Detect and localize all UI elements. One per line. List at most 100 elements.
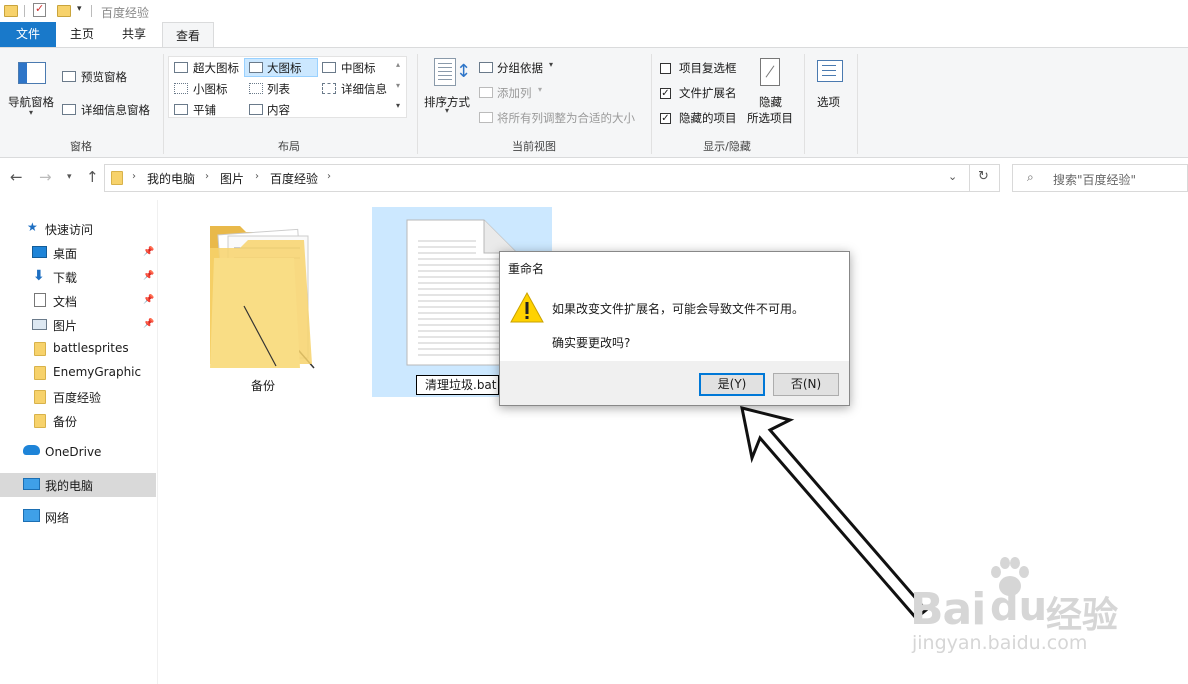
chevron-down-icon: ▾: [549, 60, 554, 69]
dialog-titlebar: 重命名: [500, 252, 849, 282]
computer-icon: [23, 478, 40, 490]
watermark-text-jingyan: 经验: [1046, 595, 1119, 636]
refresh-button[interactable]: ↻: [970, 164, 1000, 192]
folder-icon: [34, 414, 46, 428]
nav-folder-enemygraphic[interactable]: EnemyGraphic: [53, 365, 141, 379]
options-button[interactable]: 选项: [817, 94, 840, 110]
folder-icon: [4, 5, 18, 17]
back-arrow-icon[interactable]: ←: [10, 168, 23, 186]
layout-details[interactable]: 详细信息: [341, 81, 387, 97]
folder-item-label: 备份: [250, 379, 275, 393]
layout-small-icons[interactable]: 小图标: [193, 81, 228, 97]
properties-icon[interactable]: ✓: [33, 2, 46, 17]
search-box[interactable]: ⌕ 搜索"百度经验": [1012, 164, 1188, 192]
breadcrumb-separator: ›: [327, 171, 331, 182]
breadcrumb-item-this-pc[interactable]: 我的电脑: [147, 170, 195, 187]
address-dropdown-icon[interactable]: ⌄: [948, 170, 957, 183]
layout-large-icons[interactable]: 大图标: [267, 60, 302, 76]
nav-folder-backup[interactable]: 备份: [53, 413, 77, 430]
item-checkboxes-label: 项目复选框: [679, 61, 737, 75]
layout-medium-icons[interactable]: 中图标: [341, 60, 376, 76]
dialog-message: 如果改变文件扩展名，可能会导致文件不可用。: [552, 302, 805, 316]
hidden-items-checkbox[interactable]: ✓: [660, 113, 671, 124]
file-name-extensions-label: 文件扩展名: [679, 86, 737, 100]
chevron-down-icon: ▾: [29, 108, 34, 117]
layout-tiles[interactable]: 平铺: [193, 102, 216, 118]
warning-icon: [510, 291, 544, 325]
nav-desktop[interactable]: 桌面: [53, 245, 77, 262]
title-bar: ✓ ▾ 百度经验: [0, 0, 1188, 22]
hide-selected-label-1[interactable]: 隐藏: [759, 94, 782, 110]
folder-icon: [111, 171, 123, 185]
nav-onedrive[interactable]: OneDrive: [45, 445, 101, 459]
folder-icon: [34, 342, 46, 356]
gallery-scroll-down-icon[interactable]: ▾: [396, 81, 400, 90]
folder-item[interactable]: [204, 218, 328, 378]
breadcrumb-item-pictures[interactable]: 图片: [220, 170, 244, 187]
item-checkboxes-checkbox[interactable]: [660, 63, 671, 74]
breadcrumb-separator: ›: [255, 171, 259, 182]
hide-selected-label-2[interactable]: 所选项目: [747, 110, 793, 126]
refresh-icon: ↻: [978, 169, 989, 184]
nav-documents[interactable]: 文档: [53, 293, 77, 310]
tab-view[interactable]: 查看: [162, 22, 214, 48]
customize-toolbar-icon[interactable]: ▾: [77, 4, 82, 14]
options-icon: [817, 60, 843, 82]
hidden-items-label: 隐藏的项目: [679, 111, 737, 125]
gallery-more-icon[interactable]: ▾: [396, 101, 400, 110]
folder-icon: [34, 390, 46, 404]
tab-share[interactable]: 共享: [114, 22, 154, 47]
tab-home[interactable]: 主页: [62, 22, 102, 47]
add-columns-icon: [479, 87, 493, 98]
sort-arrow-icon: ↕: [456, 61, 472, 82]
layout-list[interactable]: 列表: [267, 81, 290, 97]
details-pane-button[interactable]: 详细信息窗格: [81, 102, 150, 118]
pin-icon: 📌: [143, 295, 155, 305]
search-placeholder: 搜索"百度经验": [1053, 173, 1137, 187]
nav-pictures[interactable]: 图片: [53, 317, 77, 334]
search-icon: ⌕: [1027, 170, 1034, 184]
preview-pane-icon: [62, 71, 76, 82]
extra-large-icons-icon: [174, 62, 188, 73]
add-columns-button[interactable]: 添加列: [497, 85, 532, 101]
rename-input[interactable]: 清理垃圾.bat: [416, 375, 499, 395]
up-arrow-icon[interactable]: ↑: [86, 168, 99, 186]
preview-pane-button[interactable]: 预览窗格: [81, 69, 127, 85]
no-button[interactable]: 否(N): [773, 373, 839, 396]
navigation-pane-icon[interactable]: [18, 62, 46, 84]
nav-quick-access[interactable]: 快速访问: [45, 221, 93, 238]
new-folder-icon[interactable]: [57, 5, 71, 17]
breadcrumb-item-current[interactable]: 百度经验: [270, 170, 318, 187]
size-all-columns-button[interactable]: 将所有列调整为合适的大小: [497, 110, 635, 126]
group-by-button[interactable]: 分组依据: [497, 60, 543, 76]
group-label-show-hide: 显示/隐藏: [703, 140, 751, 153]
nav-this-pc[interactable]: 我的电脑: [45, 477, 93, 494]
group-label-layout: 布局: [278, 140, 300, 153]
gallery-scroll-up-icon[interactable]: ▴: [396, 60, 400, 69]
watermark-text-du: du: [990, 584, 1048, 630]
group-label-current-view: 当前视图: [512, 140, 556, 153]
dialog-body: 如果改变文件扩展名，可能会导致文件不可用。 确实要更改吗?: [500, 282, 849, 361]
forward-arrow-icon[interactable]: →: [39, 168, 52, 186]
content-icon: [249, 104, 263, 115]
file-name-extensions-checkbox[interactable]: ✓: [660, 88, 671, 99]
sort-by-icon: [434, 58, 456, 86]
layout-extra-large-icons[interactable]: 超大图标: [193, 60, 239, 76]
navigation-pane: [0, 200, 158, 684]
layout-content[interactable]: 内容: [267, 102, 290, 118]
tab-file[interactable]: 文件: [0, 22, 56, 47]
nav-downloads[interactable]: 下载: [53, 269, 77, 286]
nav-folder-battlesprites[interactable]: battlesprites: [53, 341, 129, 355]
folder-large-icon: [210, 226, 315, 369]
medium-icons-icon: [322, 62, 336, 73]
recent-locations-icon[interactable]: ▾: [67, 172, 72, 182]
ribbon: 导航窗格 ▾ 预览窗格 详细信息窗格 窗格 超大图标 大图标 中图标 小图标 列…: [0, 47, 1188, 158]
separator: [91, 5, 92, 17]
nav-folder-baidujingyan[interactable]: 百度经验: [53, 389, 101, 406]
separator: [804, 54, 805, 154]
size-columns-icon: [479, 112, 493, 123]
yes-button[interactable]: 是(Y): [699, 373, 765, 396]
small-icons-icon: [174, 83, 188, 94]
chevron-down-icon: ▾: [445, 106, 450, 115]
nav-network[interactable]: 网络: [45, 509, 69, 526]
